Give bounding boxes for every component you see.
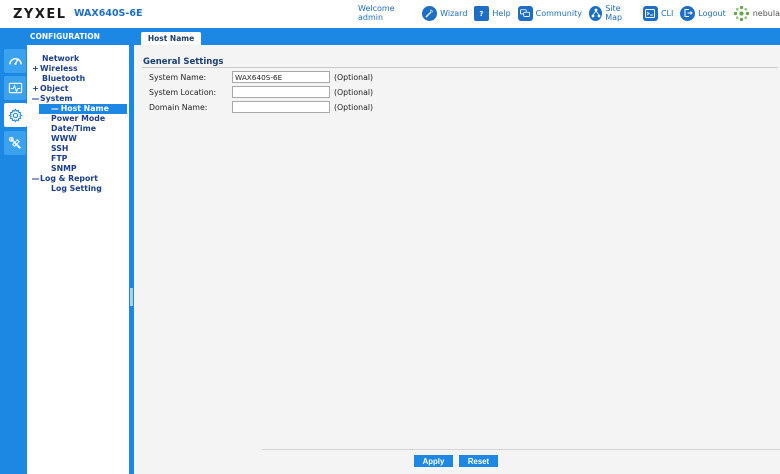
tree-item-bluetooth[interactable]: Bluetooth <box>42 74 85 84</box>
footer-divider <box>262 449 780 450</box>
sitemap-label: Site Map <box>605 4 623 22</box>
tree-item-ssh[interactable]: SSH <box>51 144 68 154</box>
system-location-row: System Location: (Optional) <box>149 86 373 98</box>
logout-icon <box>680 5 696 21</box>
tree-item-wireless[interactable]: +Wireless <box>31 64 77 74</box>
header: ZYXEL WAX640S-6E Welcome admin Wizard ? … <box>0 0 780 28</box>
wand-icon <box>422 5 438 21</box>
optional-hint: (Optional) <box>334 102 374 112</box>
config-bar: CONFIGURATION Host Name <box>0 28 780 45</box>
config-title: CONFIGURATION <box>30 32 100 41</box>
help-label: Help <box>492 8 511 18</box>
domain-name-input[interactable] <box>232 101 330 113</box>
optional-hint: (Optional) <box>334 87 374 97</box>
wizard-link[interactable]: Wizard <box>422 5 468 21</box>
system-name-label: System Name: <box>149 72 207 82</box>
section-divider <box>142 67 778 68</box>
nebula-icon <box>733 5 749 21</box>
sitemap-icon <box>588 5 603 21</box>
rail-maintenance[interactable] <box>4 131 26 155</box>
branch-dash-icon: — <box>51 104 59 113</box>
optional-hint: (Optional) <box>334 72 374 82</box>
tree-item-object[interactable]: +Object <box>31 84 68 94</box>
dashboard-icon <box>8 57 22 65</box>
cli-icon <box>642 5 658 21</box>
domain-name-row: Domain Name: (Optional) <box>149 101 373 113</box>
help-link[interactable]: ? Help <box>474 5 511 21</box>
brand-logo: ZYXEL <box>13 7 67 22</box>
system-name-input[interactable] <box>232 71 330 83</box>
monitor-icon <box>8 82 22 93</box>
content-panel: General Settings System Name: (Optional)… <box>134 45 780 474</box>
nebula-link[interactable]: nebula <box>733 5 780 22</box>
collapse-minus-icon[interactable]: — <box>31 94 40 104</box>
logout-link[interactable]: Logout <box>680 5 726 21</box>
cli-label: CLI <box>660 8 674 18</box>
splitter-grip[interactable] <box>130 288 133 306</box>
tree-item-log-report[interactable]: —Log & Report <box>31 174 98 184</box>
system-location-label: System Location: <box>149 87 217 97</box>
maintenance-icon <box>8 136 21 149</box>
community-link[interactable]: Community <box>517 5 582 21</box>
section-title: General Settings <box>143 57 224 67</box>
rail-monitor[interactable] <box>4 76 26 100</box>
tree-item-power-mode[interactable]: Power Mode <box>51 114 105 124</box>
tree-item-date-time[interactable]: Date/Time <box>51 124 96 134</box>
tree-item-www[interactable]: WWW <box>51 134 77 144</box>
tree-item-ftp[interactable]: FTP <box>51 154 67 164</box>
tab-host-name[interactable]: Host Name <box>141 32 201 45</box>
nebula-label: nebula <box>752 8 780 18</box>
collapse-minus-icon[interactable]: — <box>31 174 40 184</box>
tree-item-host-name[interactable]: — Host Name <box>51 104 109 114</box>
welcome-text: Welcome admin <box>358 4 395 22</box>
system-name-row: System Name: (Optional) <box>149 71 373 83</box>
help-icon: ? <box>474 5 490 21</box>
tree-item-system[interactable]: —System <box>31 94 73 104</box>
reset-button[interactable]: Reset <box>459 455 498 467</box>
gear-icon <box>8 107 23 123</box>
expand-plus-icon[interactable]: + <box>31 84 40 94</box>
rail-dashboard[interactable] <box>4 49 26 73</box>
expand-plus-icon[interactable]: + <box>31 64 40 74</box>
logout-label: Logout <box>698 8 726 18</box>
tree-item-snmp[interactable]: SNMP <box>51 164 77 174</box>
domain-name-label: Domain Name: <box>149 102 208 112</box>
svg-text:?: ? <box>480 9 484 18</box>
rail-configuration[interactable] <box>4 103 27 127</box>
tree-item-network[interactable]: Network <box>42 54 79 64</box>
tree-item-log-setting[interactable]: Log Setting <box>51 184 102 194</box>
system-location-input[interactable] <box>232 86 330 98</box>
community-icon <box>517 5 533 21</box>
icon-rail <box>0 45 27 474</box>
top-nav: Welcome admin Wizard ? Help Community Si… <box>358 3 780 23</box>
apply-button[interactable]: Apply <box>414 455 453 467</box>
device-model: WAX640S-6E <box>74 8 143 19</box>
nav-tree: Network +Wireless Bluetooth +Object —Sys… <box>27 45 129 474</box>
cli-link[interactable]: CLI <box>642 5 674 21</box>
community-label: Community <box>535 8 582 18</box>
wizard-label: Wizard <box>440 8 468 18</box>
sitemap-link[interactable]: Site Map <box>588 4 636 22</box>
